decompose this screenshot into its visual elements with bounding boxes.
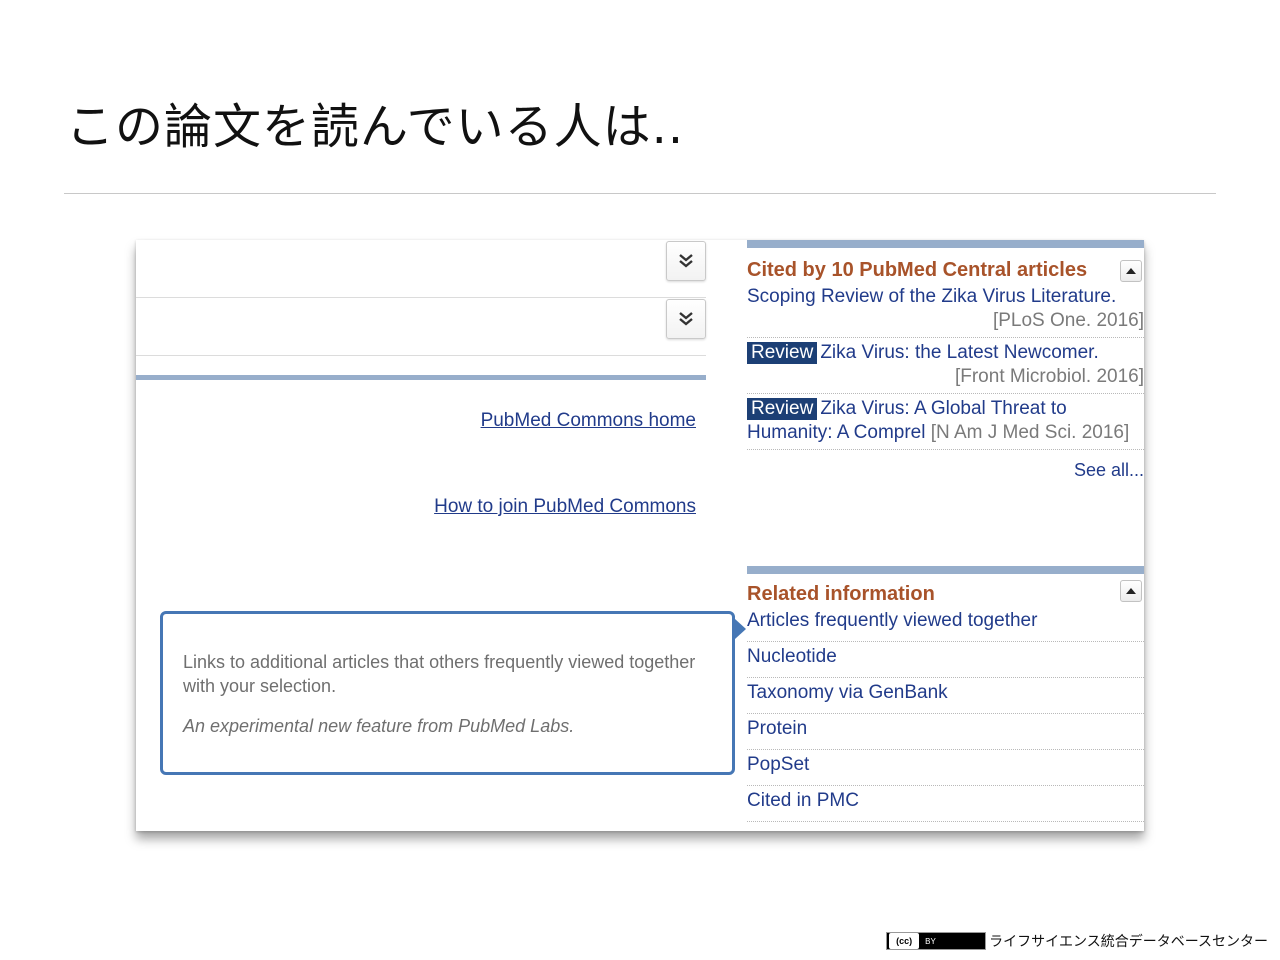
related-link[interactable]: PopSet [747, 750, 1144, 786]
portlet-header-bar [747, 240, 1144, 248]
cited-by-title: Cited by 10 PubMed Central articles [747, 259, 1088, 281]
tooltip-pointer [735, 619, 746, 639]
cited-article-source: [N Am J Med Sci. 2016] [930, 422, 1130, 443]
see-all-link[interactable]: See all... [747, 450, 1144, 481]
related-information-title: Related information [747, 583, 935, 605]
cited-article[interactable]: Scoping Review of the Zika Virus Literat… [747, 282, 1144, 338]
related-link[interactable]: Taxonomy via GenBank [747, 678, 1144, 714]
review-badge: Review [747, 342, 818, 364]
collapsed-section-2 [136, 298, 706, 356]
commons-divider [136, 375, 706, 380]
cited-article-source: [PLoS One. 2016] [992, 310, 1144, 331]
join-pubmed-commons-link[interactable]: How to join PubMed Commons [434, 496, 696, 518]
expand-section-button-2[interactable] [666, 299, 706, 339]
collapse-cited-by-button[interactable] [1120, 260, 1142, 282]
cited-by-portlet: Cited by 10 PubMed Central articles Scop… [747, 240, 1144, 481]
portlet-header-bar [747, 566, 1144, 574]
tooltip-note: An experimental new feature from PubMed … [183, 716, 575, 736]
double-chevron-down-icon [679, 254, 693, 268]
related-link[interactable]: Protein [747, 714, 1144, 750]
related-link[interactable]: Cited in PMC [747, 786, 1144, 822]
double-chevron-down-icon [679, 312, 693, 326]
collapse-related-button[interactable] [1120, 580, 1142, 602]
related-link[interactable]: Nucleotide [747, 642, 1144, 678]
caret-up-icon [1126, 588, 1136, 594]
caret-up-icon [1126, 268, 1136, 274]
expand-section-button-1[interactable] [666, 241, 706, 281]
cited-article-title[interactable]: Scoping Review of the Zika Virus Literat… [747, 286, 1116, 307]
slide-title: この論文を読んでいる人は.. [66, 99, 685, 155]
cited-article[interactable]: Review Zika Virus: A Global Threat to Hum… [747, 394, 1144, 450]
related-list: Articles frequently viewed together Nucl… [747, 606, 1144, 822]
pubmed-screenshot: PubMed Commons home How to join PubMed C… [136, 240, 1144, 831]
footer: (cc) BY ライフサイエンス統合データベースセンター [886, 931, 1268, 951]
cited-article[interactable]: Review Zika Virus: the Latest Newcomer. [… [747, 338, 1144, 394]
related-information-portlet: Related information Articles frequently … [747, 566, 1144, 822]
title-divider [64, 193, 1216, 194]
related-link[interactable]: Articles frequently viewed together [747, 606, 1144, 642]
organization-name: ライフサイエンス統合データベースセンター [989, 934, 1268, 950]
collapsed-section-1 [136, 240, 706, 298]
cc-by-license-badge: (cc) BY [886, 932, 987, 950]
cited-article-source: [Front Microbiol. 2016] [954, 366, 1144, 387]
feature-tooltip: Links to additional articles that others… [160, 611, 735, 775]
tooltip-text: Links to additional articles that others… [183, 652, 696, 696]
pubmed-commons-home-link[interactable]: PubMed Commons home [481, 410, 696, 432]
by-icon: BY [925, 936, 936, 946]
cc-icon: (cc) [889, 933, 920, 949]
review-badge: Review [747, 398, 818, 420]
cited-article-title[interactable]: Zika Virus: the Latest Newcomer. [820, 342, 1098, 363]
